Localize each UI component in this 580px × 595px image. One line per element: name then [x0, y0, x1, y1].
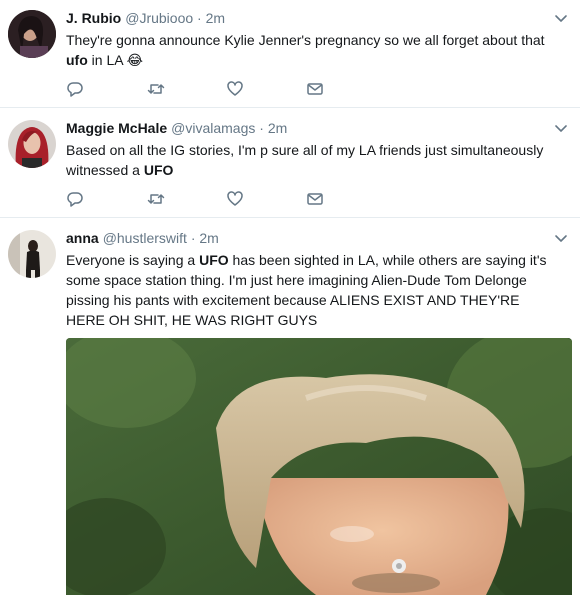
tweet-header: anna @hustlerswift · 2m: [66, 229, 560, 247]
display-name[interactable]: anna: [66, 230, 99, 246]
display-name[interactable]: Maggie McHale: [66, 120, 167, 136]
avatar[interactable]: [8, 10, 56, 58]
tweet-text-part: Based on all the IG stories, I'm p sure …: [66, 142, 544, 178]
tweet-actions: [66, 79, 386, 99]
chevron-down-icon[interactable]: [554, 234, 568, 244]
timestamp[interactable]: 2m: [268, 120, 287, 136]
retweet-button[interactable]: [146, 79, 226, 99]
tweet-text-part: Everyone is saying a: [66, 252, 200, 268]
search-highlight: UFO: [199, 252, 229, 268]
tweet[interactable]: J. Rubio @Jrubiooo · 2m They're gonna ann…: [0, 0, 580, 108]
username[interactable]: @vivalamags: [171, 120, 255, 136]
avatar-image: [8, 10, 56, 58]
avatar-image: [8, 230, 56, 278]
direct-message-button[interactable]: [306, 79, 386, 99]
retweet-icon: [147, 84, 165, 94]
tweet-header: Maggie McHale @vivalamags · 2m: [66, 119, 560, 137]
tweet-actions: [66, 189, 386, 209]
like-button[interactable]: [226, 79, 306, 99]
chevron-down-icon[interactable]: [554, 14, 568, 24]
retweet-button[interactable]: [146, 189, 226, 209]
search-highlight: ufo: [66, 52, 88, 68]
tweet-timeline: J. Rubio @Jrubiooo · 2m They're gonna ann…: [0, 0, 580, 595]
tweet-media-image[interactable]: [66, 338, 572, 595]
tweet-text: They're gonna announce Kylie Jenner's pr…: [66, 30, 560, 70]
search-highlight: UFO: [143, 162, 174, 178]
heart-icon: [227, 191, 243, 206]
avatar-image: [8, 120, 56, 168]
direct-message-button[interactable]: [306, 189, 386, 209]
like-button[interactable]: [226, 189, 306, 209]
tweet-text-part: in LA 😂: [87, 52, 144, 68]
envelope-icon: [307, 193, 323, 205]
media-picture: [66, 338, 572, 595]
reply-button[interactable]: [66, 79, 146, 99]
tweet-text-part: They're gonna announce Kylie Jenner's pr…: [66, 32, 545, 48]
separator: ·: [190, 230, 196, 246]
display-name[interactable]: J. Rubio: [66, 10, 121, 26]
reply-button[interactable]: [66, 189, 146, 209]
tweet-header: J. Rubio @Jrubiooo · 2m: [66, 9, 560, 27]
timestamp[interactable]: 2m: [206, 10, 225, 26]
tweet[interactable]: Maggie McHale @vivalamags · 2m Based on a…: [0, 108, 580, 218]
avatar[interactable]: [8, 120, 56, 168]
avatar[interactable]: [8, 230, 56, 278]
reply-icon: [67, 192, 83, 207]
username[interactable]: @Jrubiooo: [125, 10, 193, 26]
reply-icon: [67, 82, 83, 97]
separator: ·: [259, 120, 264, 136]
heart-icon: [227, 81, 243, 96]
username[interactable]: @hustlerswift: [103, 230, 187, 246]
retweet-icon: [147, 194, 165, 204]
tweet-text: Based on all the IG stories, I'm p sure …: [66, 140, 560, 180]
timestamp[interactable]: 2m: [199, 230, 218, 246]
separator: ·: [197, 10, 202, 26]
chevron-down-icon[interactable]: [554, 124, 568, 134]
tweet-text: Everyone is saying a UFO has been sighte…: [66, 250, 560, 330]
envelope-icon: [307, 83, 323, 95]
